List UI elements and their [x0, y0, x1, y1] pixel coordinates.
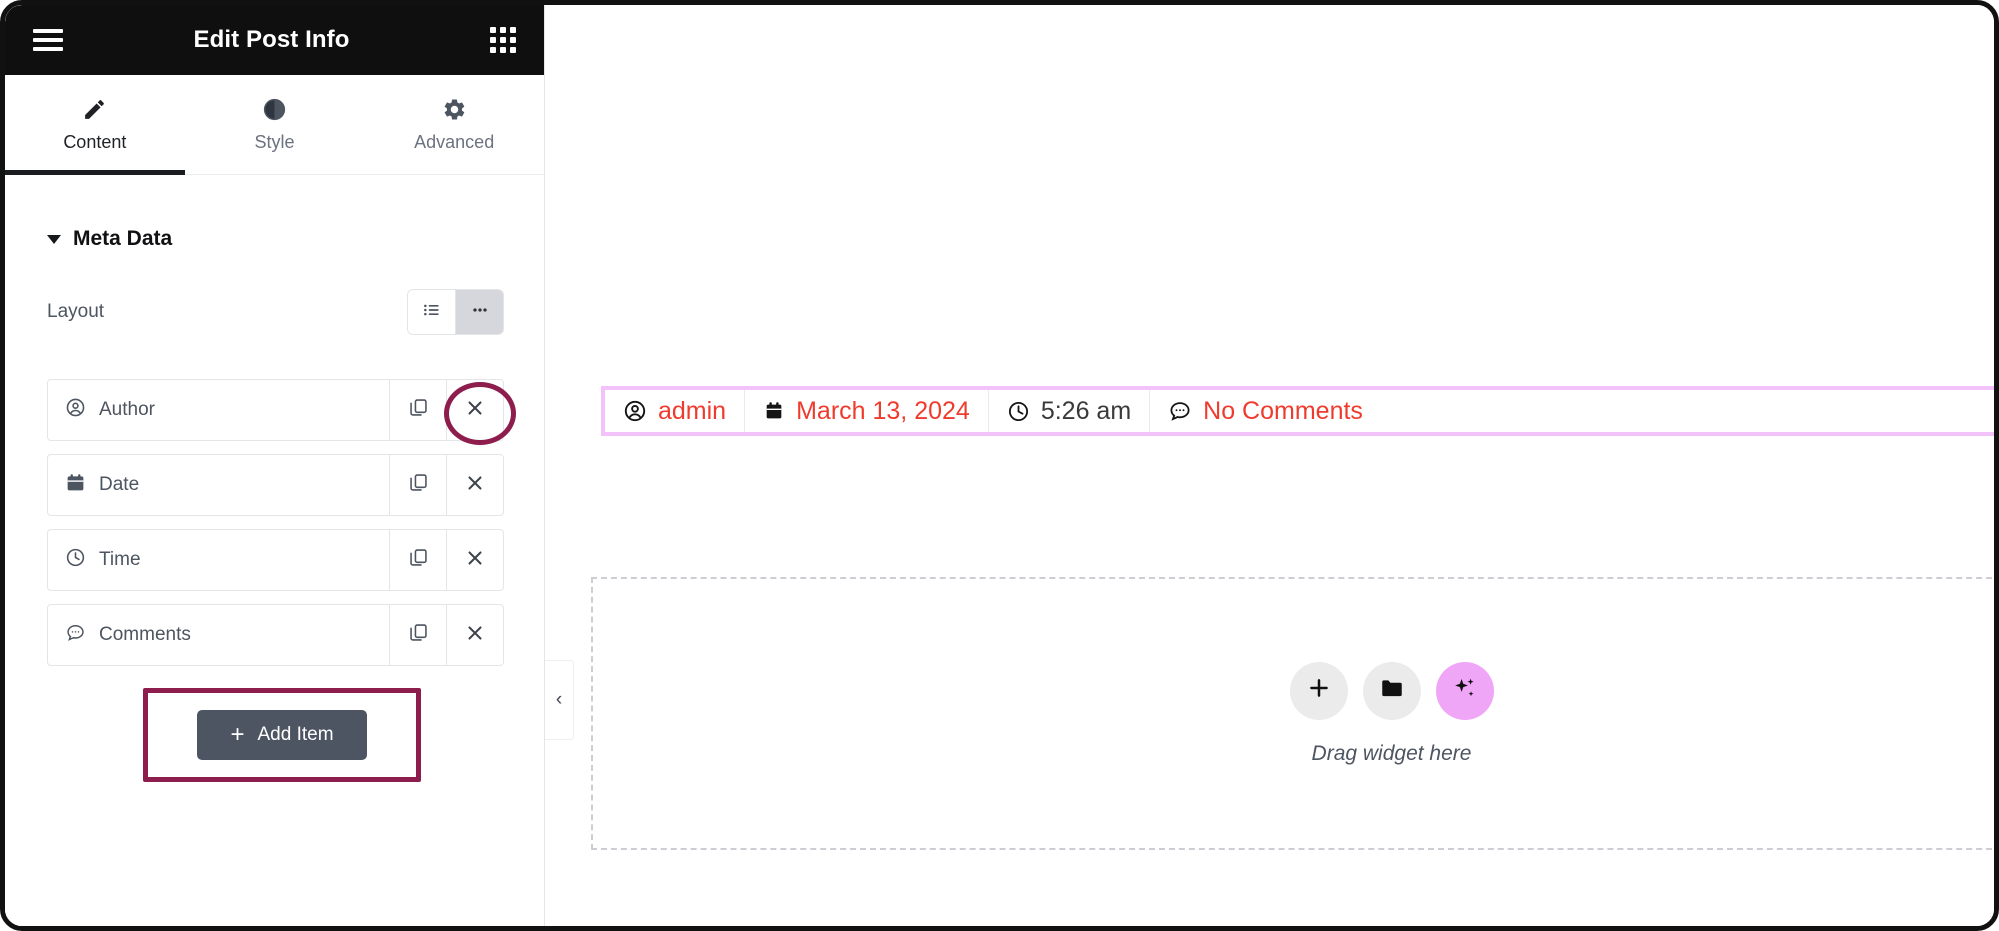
copy-icon: [408, 397, 429, 423]
add-item-label: Add Item: [257, 724, 334, 745]
table-row: Author: [47, 379, 516, 445]
section-meta-data[interactable]: Meta Data: [5, 175, 544, 251]
panel-header: Edit Post Info: [5, 5, 544, 75]
folder-icon: [1379, 675, 1405, 706]
post-info-widget[interactable]: admin March 13, 2024 5:26 am No Comments: [601, 386, 1994, 436]
remove-item-button[interactable]: [446, 455, 503, 515]
tab-content[interactable]: Content: [5, 75, 185, 175]
elementor-editor-screen: Edit Post Info Content Style Advanced Me…: [0, 0, 1999, 931]
repeater-item-comments[interactable]: Comments: [48, 605, 389, 665]
panel-title: Edit Post Info: [193, 26, 350, 53]
tab-content-label: Content: [63, 132, 127, 152]
tab-advanced-label: Advanced: [414, 132, 495, 152]
clock-icon: [1007, 400, 1030, 423]
repeater-item-label: Comments: [99, 624, 191, 645]
remove-item-button[interactable]: [446, 605, 503, 665]
copy-icon: [408, 472, 429, 498]
sparkles-icon: [1451, 675, 1478, 707]
repeater-item-label: Author: [99, 399, 155, 420]
widget-drop-zone[interactable]: Drag widget here: [591, 577, 1994, 850]
caret-down-icon: [47, 234, 61, 244]
gear-icon: [442, 96, 467, 122]
meta-item-time: 5:26 am: [987, 390, 1149, 432]
table-row: Comments: [47, 604, 504, 666]
layout-option-inline[interactable]: [455, 290, 503, 334]
plus-icon: [1306, 675, 1332, 706]
chevron-left-icon: ‹: [555, 689, 563, 710]
calendar-icon: [763, 399, 785, 423]
meta-item-label: admin: [658, 396, 727, 425]
clock-icon: [65, 547, 86, 574]
remove-item-button[interactable]: [446, 530, 503, 590]
layout-control-row: Layout: [5, 251, 544, 335]
tab-advanced[interactable]: Advanced: [364, 75, 544, 174]
annotation-box-add-item: + Add Item: [143, 688, 421, 782]
open-folder-button[interactable]: [1362, 661, 1421, 720]
copy-icon: [408, 622, 429, 648]
drop-zone-buttons: [1289, 661, 1494, 720]
close-x-icon: [464, 622, 486, 649]
add-widget-button[interactable]: [1289, 661, 1348, 720]
meta-item-date[interactable]: March 13, 2024: [744, 390, 988, 432]
ellipsis-icon: [470, 300, 490, 325]
meta-item-label: No Comments: [1203, 396, 1363, 425]
table-row: Time: [47, 529, 504, 591]
grid-apps-icon[interactable]: [490, 27, 516, 53]
user-circle-icon: [623, 399, 647, 423]
tab-style-label: Style: [254, 132, 295, 152]
duplicate-item-button[interactable]: [389, 530, 446, 590]
preview-canvas: ‹ admin March 13, 2024 5:26 am No Commen…: [545, 5, 1994, 926]
panel-body: Meta Data Layout Author Date Time Commen…: [5, 175, 544, 926]
editor-panel: Edit Post Info Content Style Advanced Me…: [5, 5, 545, 926]
repeater-item-label: Time: [99, 549, 141, 570]
copy-icon: [408, 547, 429, 573]
comment-bubble-icon: [1168, 399, 1192, 423]
duplicate-item-button[interactable]: [389, 605, 446, 665]
close-x-icon: [464, 397, 486, 424]
user-circle-icon: [65, 397, 86, 424]
section-meta-data-label: Meta Data: [73, 227, 173, 250]
repeater-item-author[interactable]: Author: [48, 380, 389, 440]
collapse-panel-button[interactable]: ‹: [545, 660, 574, 740]
calendar-icon: [65, 472, 86, 499]
remove-item-button[interactable]: [444, 380, 516, 445]
meta-item-comments[interactable]: No Comments: [1149, 390, 1381, 432]
ai-button[interactable]: [1435, 661, 1494, 720]
contrast-half-circle-icon: [262, 96, 287, 122]
meta-data-repeater: Author Date Time Comments + Add Item: [5, 335, 544, 782]
meta-item-label: 5:26 am: [1040, 396, 1132, 425]
add-item-button[interactable]: + Add Item: [197, 710, 367, 760]
panel-tabs: Content Style Advanced: [5, 75, 544, 175]
close-x-icon: [464, 547, 486, 574]
layout-label: Layout: [47, 301, 105, 322]
layout-choices: [407, 289, 504, 335]
plus-icon: +: [230, 721, 245, 748]
meta-item-author[interactable]: admin: [605, 390, 744, 432]
meta-item-label: March 13, 2024: [796, 396, 970, 425]
repeater-item-date[interactable]: Date: [48, 455, 389, 515]
tab-style[interactable]: Style: [185, 75, 365, 174]
duplicate-item-button[interactable]: [389, 380, 446, 440]
repeater-item-label: Date: [99, 474, 140, 495]
pencil-icon: [82, 96, 107, 122]
comment-bubble-icon: [65, 622, 86, 649]
drop-zone-label: Drag widget here: [1311, 741, 1472, 765]
table-row: Date: [47, 454, 504, 516]
layout-option-list[interactable]: [408, 290, 455, 334]
repeater-item-time[interactable]: Time: [48, 530, 389, 590]
list-icon: [422, 300, 442, 325]
duplicate-item-button[interactable]: [389, 455, 446, 515]
close-x-icon: [464, 472, 486, 499]
